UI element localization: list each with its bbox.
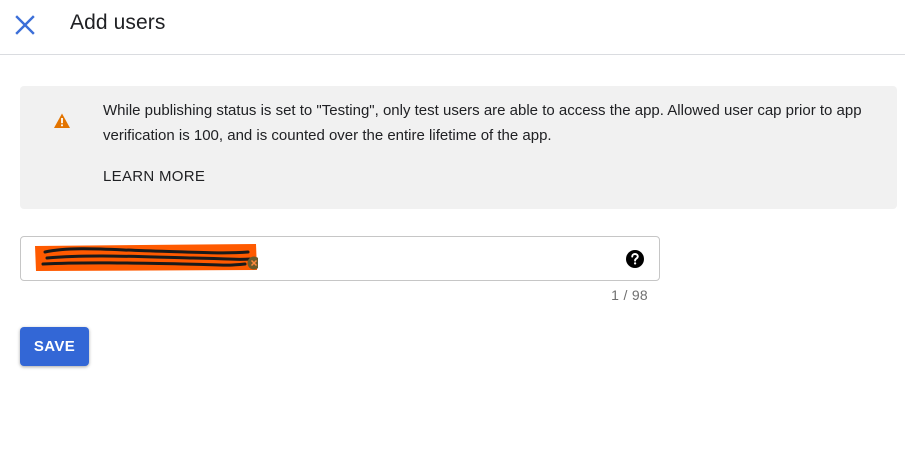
redaction-scribble — [35, 244, 257, 271]
warning-banner: While publishing status is set to "Testi… — [20, 86, 897, 209]
warning-message: While publishing status is set to "Testi… — [103, 102, 862, 144]
users-input[interactable] — [20, 236, 660, 281]
learn-more-link[interactable]: LEARN MORE — [103, 168, 205, 185]
warning-icon — [54, 113, 70, 128]
help-icon[interactable] — [625, 249, 645, 269]
remove-chip-icon[interactable] — [247, 256, 258, 270]
page-title: Add users — [70, 11, 166, 34]
close-icon — [15, 15, 35, 35]
user-count: 1 / 98 — [611, 287, 648, 303]
user-chip — [33, 242, 258, 272]
close-button[interactable] — [12, 12, 38, 38]
save-button[interactable]: SAVE — [20, 327, 89, 366]
dialog-header: Add users — [0, 0, 905, 55]
